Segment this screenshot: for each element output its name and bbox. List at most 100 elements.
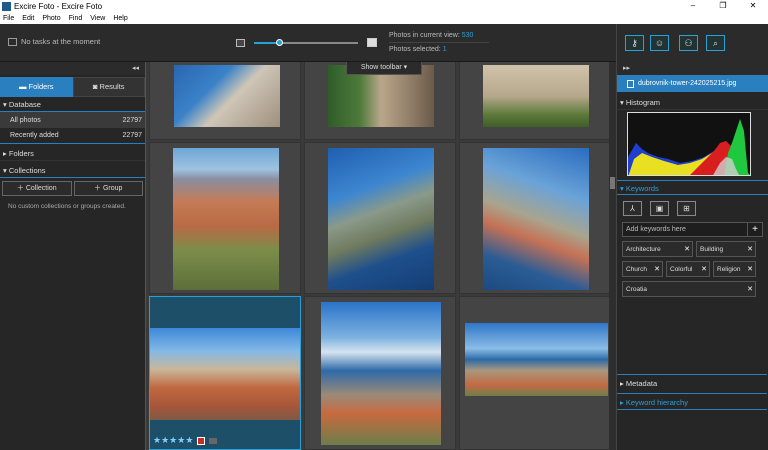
grid-scrollbar[interactable] — [609, 62, 616, 450]
histogram-title: Histogram — [625, 98, 661, 107]
menu-edit[interactable]: Edit — [22, 15, 34, 22]
scrollbar-thumb[interactable] — [610, 177, 615, 189]
add-group-label: Group — [102, 185, 123, 192]
tab-results-label: Results — [99, 82, 125, 91]
minimize-button[interactable]: – — [678, 0, 708, 12]
add-collection-label: Collection — [25, 185, 57, 192]
list-item-all-photos[interactable]: All photos 22797 — [0, 112, 145, 128]
image-file-icon — [627, 79, 634, 88]
large-thumbnail-icon[interactable] — [367, 38, 377, 47]
keyword-chip[interactable]: Colorful ✕ — [666, 261, 710, 277]
title-bar: Excire Foto - Excire Foto – ❐ ✕ — [0, 0, 768, 12]
zoom-slider[interactable] — [254, 38, 358, 46]
zoom-control — [236, 38, 377, 47]
menu-bar: File Edit Photo Find View Help — [0, 12, 768, 24]
keyword-hierarchy-title: Keyword hierarchy — [625, 398, 688, 407]
search-icon[interactable]: ⌕ — [706, 35, 725, 51]
photo-image — [328, 148, 434, 290]
photo-thumbnail[interactable] — [149, 142, 301, 294]
menu-view[interactable]: View — [90, 15, 105, 22]
face-icon[interactable]: ☺ — [650, 35, 669, 51]
keyword-chip[interactable]: Religion ✕ — [713, 261, 756, 277]
red-label-icon[interactable] — [197, 436, 206, 445]
small-thumbnail-icon[interactable] — [236, 38, 245, 47]
metadata-title: Metadata — [625, 379, 658, 388]
photo-image — [483, 65, 589, 127]
database-section-header[interactable]: ▾ Database — [0, 97, 145, 112]
photo-stats: Photos in current view: 530 Photos selec… — [389, 29, 489, 56]
photo-thumbnail[interactable] — [149, 62, 301, 140]
photo-image — [150, 328, 300, 420]
all-photos-count: 22797 — [122, 116, 142, 124]
histogram-section-header[interactable]: ▾ Histogram — [617, 95, 768, 110]
all-photos-label: All photos — [10, 116, 41, 124]
remove-keyword-icon[interactable]: ✕ — [684, 245, 690, 253]
recently-added-count: 22797 — [122, 132, 142, 139]
collections-title: Collections — [8, 166, 46, 175]
key-icon[interactable]: ⚷ — [625, 35, 644, 51]
maximize-button[interactable]: ❐ — [708, 0, 738, 12]
star-icon[interactable]: ★ — [153, 435, 161, 445]
photo-thumbnail[interactable] — [304, 142, 456, 294]
collapse-left-button[interactable]: ◂◂ — [0, 62, 145, 75]
folders-section-header[interactable]: ▸ Folders — [0, 146, 145, 161]
collapse-right-button[interactable]: ▸▸ — [617, 62, 768, 75]
keyword-hierarchy-section-header[interactable]: ▸ Keyword hierarchy — [617, 393, 767, 410]
photos-selected-value: 1 — [442, 46, 447, 53]
keyword-chip[interactable]: Architecture ✕ — [622, 241, 693, 257]
photo-thumbnail[interactable] — [304, 296, 456, 450]
zoom-slider-knob[interactable] — [276, 38, 283, 46]
keyword-chip[interactable]: Building ✕ — [696, 241, 756, 257]
remove-keyword-icon[interactable]: ✕ — [701, 265, 707, 273]
remove-keyword-icon[interactable]: ✕ — [747, 285, 753, 293]
rating-star-icons[interactable]: ★★★★★ — [153, 435, 193, 446]
close-button[interactable]: ✕ — [738, 0, 768, 12]
menu-help[interactable]: Help — [113, 15, 127, 22]
keywords-section-header[interactable]: ▾ Keywords — [617, 180, 768, 195]
right-toolbar: ⚷ ☺ ⚇ ⌕ — [616, 24, 768, 62]
folders-title: Folders — [8, 149, 34, 158]
photos-selected-label: Photos selected: — [389, 46, 441, 53]
photo-thumbnail[interactable] — [459, 296, 611, 450]
show-toolbar-button[interactable]: Show toolbar ▾ — [346, 62, 422, 75]
keyword-chips: Architecture ✕ Building ✕ Church ✕ Colorful… — [622, 241, 763, 297]
remove-keyword-icon[interactable]: ✕ — [747, 265, 753, 273]
people-icon[interactable]: ⚇ — [679, 35, 698, 51]
add-collection-button[interactable]: ＋ Collection — [2, 181, 72, 196]
add-group-button[interactable]: ＋ Group — [73, 181, 143, 196]
remove-keyword-icon[interactable]: ✕ — [747, 245, 753, 253]
keywords-title: Keywords — [625, 184, 659, 193]
photo-image — [173, 148, 279, 290]
keyword-chip-label: Church — [626, 265, 647, 273]
task-status: No tasks at the moment — [8, 37, 100, 46]
keyword-chip[interactable]: Croatia ✕ — [622, 281, 756, 297]
star-icon[interactable]: ★ — [161, 435, 169, 445]
menu-photo[interactable]: Photo — [42, 15, 60, 22]
collections-empty-note: No custom collections or groups created. — [8, 203, 126, 210]
keyword-input[interactable]: Add keywords here + — [622, 222, 763, 237]
remove-keyword-icon[interactable]: ✕ — [654, 265, 660, 273]
tasks-text: No tasks at the moment — [21, 37, 101, 46]
list-item-recently-added[interactable]: Recently added 22797 — [0, 128, 145, 144]
photo-thumbnail-selected[interactable]: ★★★★★ — [149, 296, 301, 450]
photo-thumbnail[interactable] — [459, 62, 611, 140]
keyword-suggest-icon[interactable]: ⅄ — [623, 201, 642, 216]
star-icon[interactable]: ★ — [185, 435, 193, 445]
photo-image — [465, 323, 608, 396]
menu-find[interactable]: Find — [69, 15, 83, 22]
keyword-import-icon[interactable]: ▣ — [650, 201, 669, 216]
keyword-chip[interactable]: Church ✕ — [622, 261, 663, 277]
keyword-add-set-icon[interactable]: ⊞ — [677, 201, 696, 216]
collections-section-header[interactable]: ▾ Collections — [0, 163, 145, 178]
rating-stars[interactable]: ★★★★★ — [153, 435, 218, 446]
tab-folders[interactable]: ▬ Folders — [0, 77, 73, 97]
keyword-input-placeholder[interactable]: Add keywords here — [623, 223, 747, 236]
photo-image — [174, 65, 280, 127]
photo-image — [483, 148, 589, 290]
metadata-section-header[interactable]: ▸ Metadata — [617, 374, 767, 391]
menu-file[interactable]: File — [3, 15, 14, 22]
flag-icon[interactable] — [209, 437, 218, 444]
photo-thumbnail[interactable] — [459, 142, 611, 294]
tab-results[interactable]: ◙ Results — [72, 77, 145, 97]
add-keyword-button[interactable]: + — [747, 223, 762, 236]
